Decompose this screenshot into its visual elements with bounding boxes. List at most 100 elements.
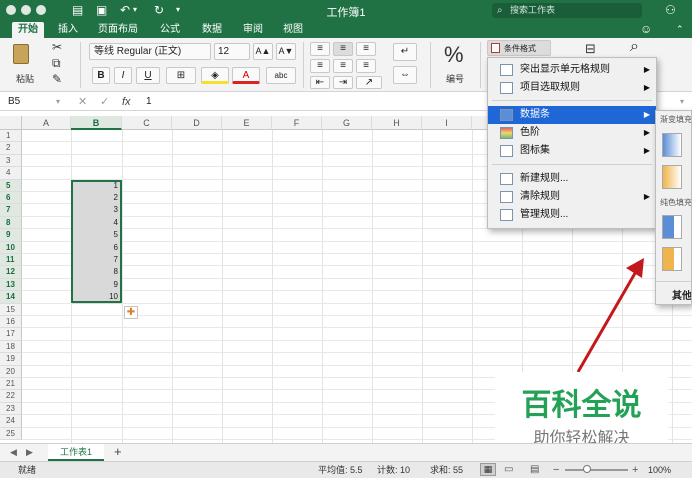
find-icon[interactable]: ⌕ xyxy=(630,39,639,55)
font-name-select[interactable]: 等线 Regular (正文) xyxy=(89,43,211,60)
grow-font-button[interactable]: A▲ xyxy=(253,43,273,60)
next-sheet-icon[interactable]: ▶ xyxy=(26,447,33,458)
name-box[interactable]: B5 xyxy=(2,95,56,109)
column-header-c[interactable]: C xyxy=(122,116,172,130)
row-header-11[interactable]: 11 xyxy=(0,254,22,267)
menu-item-highlight-rules[interactable]: 突出显示单元格规则 ▶ xyxy=(488,61,656,79)
phonetic-button[interactable]: abc xyxy=(266,67,296,84)
menu-item-new-rule[interactable]: 新建规则... xyxy=(488,170,656,188)
row-header-1[interactable]: 1 xyxy=(0,130,22,143)
normal-view-icon[interactable]: ▦ xyxy=(480,463,496,476)
share-person-icon[interactable]: ⚇ xyxy=(665,3,676,17)
row-header-18[interactable]: 18 xyxy=(0,340,22,354)
align-left-button[interactable]: ≡ xyxy=(310,59,330,73)
decrease-indent-button[interactable]: ⇤ xyxy=(310,76,330,89)
wrap-text-button[interactable]: ↵ xyxy=(393,43,417,61)
menu-item-clear-rules[interactable]: 清除规则 ▶ xyxy=(488,188,656,206)
search-input[interactable]: ⌕ 搜索工作表 xyxy=(492,3,642,18)
row-header-19[interactable]: 19 xyxy=(0,353,22,366)
font-size-select[interactable]: 12 xyxy=(214,43,250,60)
row-header-2[interactable]: 2 xyxy=(0,142,22,155)
row-header-5[interactable]: 5 xyxy=(0,179,22,192)
row-header-7[interactable]: 7 xyxy=(0,204,22,217)
increase-indent-button[interactable]: ⇥ xyxy=(333,76,353,89)
conditional-formatting-button[interactable]: 条件格式 xyxy=(487,40,551,56)
page-break-view-icon[interactable]: ▤ xyxy=(530,462,539,478)
page-layout-view-icon[interactable]: ▭ xyxy=(504,462,513,478)
insert-function-icon[interactable]: fx xyxy=(122,95,131,109)
tab-page-layout[interactable]: 页面布局 xyxy=(92,22,144,38)
add-sheet-button[interactable]: + xyxy=(114,444,122,459)
column-header-h[interactable]: H xyxy=(372,116,422,130)
row-header-16[interactable]: 16 xyxy=(0,316,22,329)
row-header-10[interactable]: 10 xyxy=(0,241,22,254)
row-header-25[interactable]: 25 xyxy=(0,427,22,440)
row-header-4[interactable]: 4 xyxy=(0,167,22,180)
menu-item-top-bottom-rules[interactable]: 项目选取规则 ▶ xyxy=(488,79,656,97)
underline-button[interactable]: U xyxy=(136,67,160,84)
column-header-d[interactable]: D xyxy=(172,116,222,130)
quick-analysis-button[interactable]: ✚ xyxy=(124,306,138,319)
row-header-8[interactable]: 8 xyxy=(0,216,22,230)
column-header-a[interactable]: A xyxy=(22,116,71,130)
row-header-13[interactable]: 13 xyxy=(0,278,22,292)
row-header-20[interactable]: 20 xyxy=(0,365,22,378)
tab-home[interactable]: 开始 xyxy=(12,22,44,38)
row-header-15[interactable]: 15 xyxy=(0,303,22,316)
zoom-in-icon[interactable]: + xyxy=(632,462,638,478)
row-header-23[interactable]: 23 xyxy=(0,402,22,416)
menu-item-icon-sets[interactable]: 图标集 ▶ xyxy=(488,142,656,160)
collapse-ribbon-icon[interactable]: ⌃ xyxy=(676,22,684,36)
zoom-slider-thumb[interactable] xyxy=(583,465,591,473)
gradient-blue-data-bar-option[interactable] xyxy=(662,133,682,157)
row-header-17[interactable]: 17 xyxy=(0,328,22,341)
orientation-button[interactable]: ↗ xyxy=(356,76,382,89)
confirm-entry-icon[interactable]: ✓ xyxy=(100,95,109,109)
formula-input[interactable]: 1 xyxy=(146,95,152,109)
row-header-6[interactable]: 6 xyxy=(0,192,22,205)
align-center-button[interactable]: ≡ xyxy=(333,59,353,73)
zoom-out-icon[interactable]: − xyxy=(553,462,559,478)
name-box-dropdown-icon[interactable]: ▾ xyxy=(56,95,60,109)
row-header-14[interactable]: 14 xyxy=(0,291,22,304)
align-middle-button[interactable]: ≡ xyxy=(333,42,353,56)
zoom-slider[interactable] xyxy=(565,465,628,473)
tab-data[interactable]: 数据 xyxy=(196,22,228,38)
previous-sheet-icon[interactable]: ◀ xyxy=(10,447,17,458)
tab-insert[interactable]: 插入 xyxy=(52,22,84,38)
menu-item-manage-rules[interactable]: 管理规则... xyxy=(488,206,656,224)
more-rules-item[interactable]: 其他规则... xyxy=(672,287,691,302)
smiley-feedback-icon[interactable]: ☺ xyxy=(640,22,652,36)
row-header-22[interactable]: 22 xyxy=(0,390,22,403)
fill-color-button[interactable]: ◈ xyxy=(201,67,229,84)
align-top-button[interactable]: ≡ xyxy=(310,42,330,56)
align-bottom-button[interactable]: ≡ xyxy=(356,42,376,56)
bold-button[interactable]: B xyxy=(92,67,110,84)
column-header-b[interactable]: B xyxy=(71,116,122,130)
font-color-button[interactable]: A xyxy=(232,67,260,84)
align-right-button[interactable]: ≡ xyxy=(356,59,376,73)
format-painter-icon[interactable]: ✎ xyxy=(52,72,62,86)
tab-view[interactable]: 视图 xyxy=(277,22,309,38)
row-header-9[interactable]: 9 xyxy=(0,229,22,242)
number-format-button[interactable]: % 编号 xyxy=(438,42,474,88)
column-header-i[interactable]: I xyxy=(422,116,472,130)
solid-blue-data-bar-option[interactable] xyxy=(662,215,682,239)
row-header-12[interactable]: 12 xyxy=(0,266,22,279)
menu-item-data-bars[interactable]: 数据条 ▶ xyxy=(488,106,656,124)
column-header-f[interactable]: F xyxy=(272,116,322,130)
italic-button[interactable]: I xyxy=(114,67,132,84)
tab-formulas[interactable]: 公式 xyxy=(154,22,186,38)
solid-orange-data-bar-option[interactable] xyxy=(662,247,682,271)
insert-cells-icon[interactable]: ⊟ xyxy=(585,42,596,56)
sheet-tab-1[interactable]: 工作表1 xyxy=(48,444,104,461)
paste-button[interactable]: 粘贴 xyxy=(10,42,38,86)
shrink-font-button[interactable]: A▼ xyxy=(276,43,296,60)
gradient-orange-data-bar-option[interactable] xyxy=(662,165,682,189)
tab-review[interactable]: 审阅 xyxy=(237,22,269,38)
expand-formula-bar-icon[interactable]: ▾ xyxy=(680,95,684,109)
row-header-3[interactable]: 3 xyxy=(0,154,22,168)
select-all-corner[interactable] xyxy=(0,116,22,130)
row-header-24[interactable]: 24 xyxy=(0,415,22,428)
borders-button[interactable]: ⊞ xyxy=(166,67,196,84)
